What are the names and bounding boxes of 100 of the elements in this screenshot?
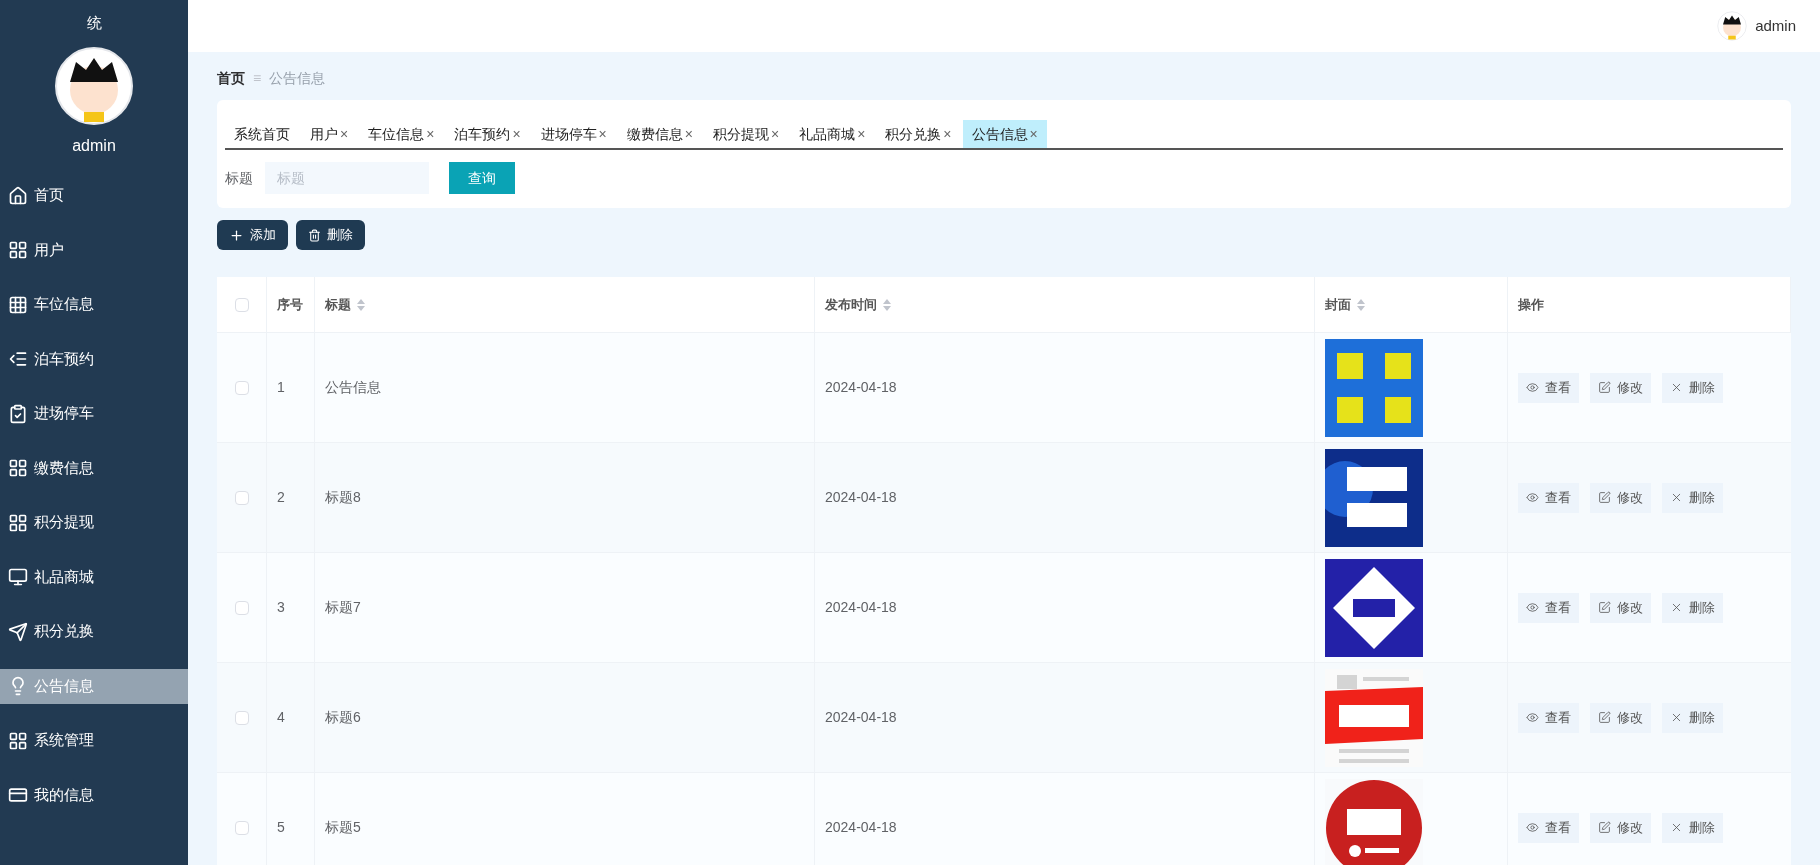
table-cell-text: 2024-04-18 [825, 818, 897, 837]
sidebar-item[interactable]: 泊车预约 [0, 341, 188, 377]
table-cell-text: 2024-04-18 [825, 378, 897, 397]
tab[interactable]: 缴费信息× [617, 120, 702, 148]
column-header: 操作 [1518, 295, 1544, 314]
table-cell-text: 2 [277, 488, 285, 507]
sort-icon[interactable] [883, 298, 891, 311]
row-checkbox[interactable] [234, 490, 249, 505]
eye-icon [1526, 491, 1539, 504]
tab[interactable]: 公告信息× [962, 120, 1047, 148]
trash-icon [308, 228, 321, 242]
row-checkbox[interactable] [234, 820, 249, 835]
sidebar-item[interactable]: 车位信息 [0, 287, 188, 322]
close-icon[interactable]: × [684, 123, 693, 145]
close-icon [1670, 601, 1683, 614]
eye-icon [1526, 711, 1539, 724]
edit-icon [1598, 711, 1611, 724]
sidebar-item[interactable]: 进场停车 [0, 396, 188, 431]
table-cell-text: 标题7 [325, 598, 361, 617]
tab[interactable]: 积分兑换× [876, 120, 961, 148]
close-icon[interactable]: × [512, 123, 521, 145]
tab[interactable]: 进场停车× [531, 120, 616, 148]
breadcrumb-link[interactable]: 首页 [217, 67, 245, 89]
delete-button[interactable]: 删除 [296, 220, 365, 250]
eye-icon [1526, 601, 1539, 614]
eye-icon [1526, 821, 1539, 834]
table-cell-text: 4 [277, 708, 285, 727]
separator-icon: ≡ [253, 67, 262, 89]
view-button[interactable]: 查看 [1518, 592, 1579, 623]
table-cell-text: 2024-04-18 [825, 598, 897, 617]
edit-button[interactable]: 修改 [1590, 702, 1651, 733]
eye-icon [1526, 381, 1539, 394]
breadcrumb-current: 公告信息 [269, 68, 326, 88]
paper-plane-icon [8, 621, 28, 642]
user-name[interactable]: admin [1755, 14, 1796, 38]
grid-icon [8, 240, 28, 260]
sort-icon[interactable] [357, 298, 365, 311]
tab[interactable]: 用户× [301, 120, 358, 148]
close-icon [1670, 711, 1683, 724]
table-cell-text: 公告信息 [325, 378, 381, 397]
delete-button[interactable]: 删除 [1662, 702, 1723, 733]
row-checkbox[interactable] [234, 380, 249, 395]
table-cell-text: 标题6 [325, 708, 361, 727]
view-button[interactable]: 查看 [1518, 702, 1579, 733]
row-checkbox[interactable] [234, 600, 249, 615]
row-checkbox[interactable] [234, 710, 249, 725]
tab[interactable]: 礼品商城× [790, 120, 875, 148]
grid-icon [8, 512, 28, 533]
sidebar-item[interactable]: 礼品商城 [0, 559, 188, 595]
edit-icon [1598, 821, 1611, 834]
close-icon[interactable]: × [598, 123, 607, 145]
sidebar-item[interactable]: 首页 [0, 178, 188, 213]
close-icon[interactable]: × [426, 123, 435, 145]
close-icon[interactable]: × [770, 123, 780, 145]
close-icon[interactable]: × [1029, 123, 1038, 145]
home-icon [8, 185, 28, 206]
avatar [1717, 11, 1748, 41]
plus-icon [229, 227, 244, 243]
sidebar-item[interactable]: 积分兑换 [0, 614, 188, 649]
edit-button[interactable]: 修改 [1590, 812, 1651, 843]
sidebar-item[interactable]: 系统管理 [0, 723, 188, 758]
edit-button[interactable]: 修改 [1590, 482, 1651, 513]
table-cell-text: 3 [277, 598, 285, 617]
tab[interactable]: 积分提现× [703, 120, 789, 148]
delete-button[interactable]: 删除 [1662, 812, 1723, 843]
field-label: 标题 [225, 168, 253, 188]
view-button[interactable]: 查看 [1518, 482, 1579, 513]
close-icon[interactable]: × [943, 123, 952, 145]
table-cell-text: 2024-04-18 [825, 708, 897, 727]
title-field[interactable]: 标题 [265, 162, 429, 194]
tab[interactable]: 泊车预约× [445, 120, 530, 148]
table-cell-text: 2024-04-18 [825, 488, 897, 507]
close-icon [1670, 491, 1683, 504]
sort-icon[interactable] [1357, 298, 1365, 311]
tab[interactable]: 系统首页 [225, 120, 299, 148]
edit-button[interactable]: 修改 [1590, 372, 1651, 403]
column-header: 封面 [1325, 295, 1351, 314]
close-icon[interactable]: × [857, 123, 866, 145]
sidebar-item[interactable]: 用户 [0, 232, 188, 268]
column-header: 标题 [325, 295, 351, 314]
column-header: 发布时间 [825, 295, 877, 314]
tab[interactable]: 车位信息× [359, 120, 444, 148]
list-icon [8, 349, 28, 369]
close-icon [1670, 821, 1683, 834]
delete-button[interactable]: 删除 [1662, 372, 1723, 403]
sidebar-item[interactable]: 积分提现 [0, 505, 188, 540]
user-name: admin [72, 136, 116, 156]
table-cell-text: 标题8 [325, 488, 361, 507]
delete-button[interactable]: 删除 [1662, 482, 1723, 513]
view-button[interactable]: 查看 [1518, 372, 1579, 403]
close-icon[interactable]: × [340, 123, 349, 145]
sidebar-item[interactable]: 我的信息 [0, 777, 188, 813]
sidebar-item[interactable]: 缴费信息 [0, 450, 188, 486]
grid-icon [8, 458, 28, 478]
select-all-checkbox[interactable] [234, 297, 249, 312]
delete-button[interactable]: 删除 [1662, 592, 1723, 623]
view-button[interactable]: 查看 [1518, 812, 1579, 843]
edit-button[interactable]: 修改 [1590, 592, 1651, 623]
app-title: 统 [86, 12, 102, 33]
add-button[interactable]: 添加 [217, 220, 288, 250]
